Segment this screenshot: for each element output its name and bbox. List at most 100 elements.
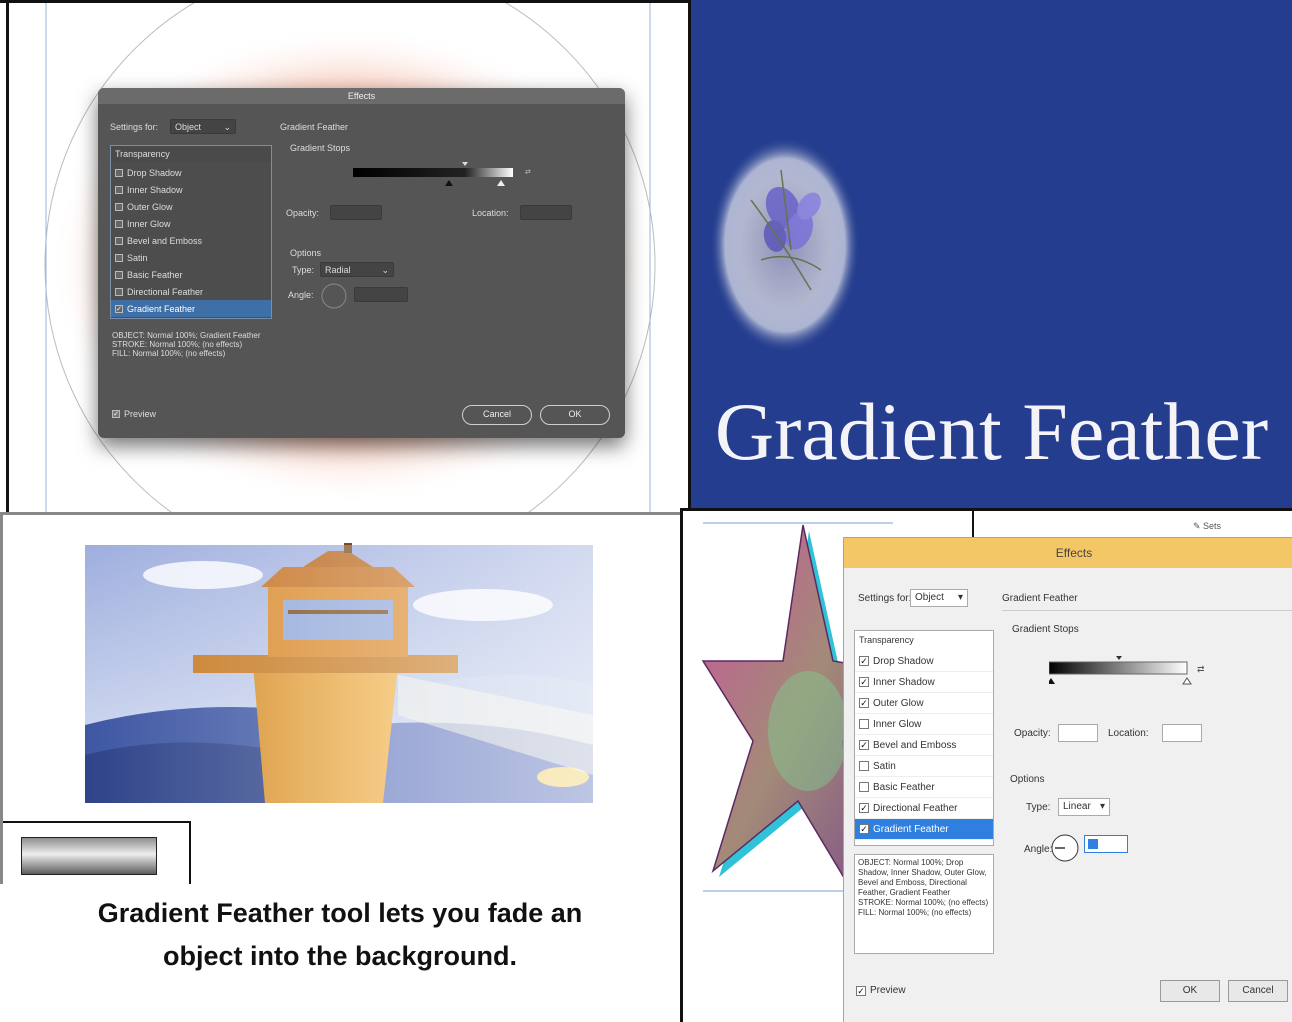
effect-item-bevel-emboss[interactable]: ✓ Bevel and Emboss	[855, 735, 993, 756]
settings-for-select[interactable]: Object ⌄	[170, 119, 236, 134]
effect-item-gradient-feather[interactable]: ✓ Gradient Feather	[855, 819, 993, 840]
effect-item-drop-shadow[interactable]: Drop Shadow	[111, 164, 271, 181]
effect-item-basic-feather[interactable]: Basic Feather	[111, 266, 271, 283]
gradient-stop-marker	[445, 180, 453, 186]
checkbox-checked[interactable]: ✓	[115, 304, 123, 313]
effect-label: Satin	[127, 252, 148, 263]
list-header[interactable]: Transparency	[111, 146, 271, 162]
effect-label: Bevel and Emboss	[127, 235, 203, 246]
settings-for-value: Object	[915, 592, 944, 603]
angle-dial-icon[interactable]	[320, 282, 348, 310]
checkbox[interactable]	[115, 253, 123, 262]
checkbox-checked[interactable]: ✓	[859, 824, 869, 834]
effect-item-basic-feather[interactable]: Basic Feather	[855, 777, 993, 798]
preview-checkbox[interactable]: ✓	[112, 410, 120, 418]
checkbox[interactable]	[115, 236, 123, 245]
checkbox[interactable]	[859, 719, 869, 729]
thumbnail-frame	[3, 821, 191, 884]
angle-field[interactable]	[354, 287, 408, 302]
type-label: Type:	[1026, 802, 1051, 813]
effect-summary: OBJECT: Normal 100%; Gradient Feather ST…	[112, 331, 261, 358]
gradient-stops-label: Gradient Stops	[1012, 624, 1079, 635]
effect-item-inner-shadow[interactable]: ✓ Inner Shadow	[855, 672, 993, 693]
effect-label: Satin	[873, 760, 896, 772]
effect-label: Inner Shadow	[873, 676, 935, 688]
gradient-stop-marker	[1049, 678, 1055, 684]
checkbox[interactable]	[859, 761, 869, 771]
gradient-stop-marker	[497, 180, 505, 186]
midpoint-marker	[462, 162, 468, 166]
effect-item-satin[interactable]: Satin	[855, 756, 993, 777]
chevron-down-icon: ⌄	[381, 265, 389, 275]
options-label: Options	[1010, 774, 1045, 785]
gradient-stop-marker	[1182, 677, 1192, 685]
checkbox-checked[interactable]: ✓	[859, 698, 869, 708]
effect-item-gradient-feather[interactable]: ✓ Gradient Feather	[111, 300, 271, 317]
checkbox[interactable]	[115, 287, 123, 296]
section-title: Gradient Feather	[1002, 593, 1078, 604]
effect-item-drop-shadow[interactable]: ✓ Drop Shadow	[855, 651, 993, 672]
cancel-button[interactable]: Cancel	[1228, 980, 1288, 1002]
type-select[interactable]: Linear ▾	[1058, 798, 1110, 816]
angle-label: Angle:	[288, 290, 314, 300]
effect-label: Directional Feather	[873, 802, 958, 814]
preview-checkbox[interactable]: ✓	[856, 986, 866, 996]
opacity-field[interactable]	[330, 205, 382, 220]
effect-summary: OBJECT: Normal 100%; Drop Shadow, Inner …	[854, 854, 994, 954]
effect-item-directional-feather[interactable]: Directional Feather	[111, 283, 271, 300]
opacity-label: Opacity:	[1014, 728, 1051, 739]
location-label: Location:	[1108, 728, 1149, 739]
reverse-gradient-icon: ⇄	[525, 169, 531, 176]
effects-dialog-dark: Effects Settings for: Object ⌄ Transpare…	[98, 88, 625, 438]
settings-for-select[interactable]: Object ▾	[910, 589, 968, 607]
checkbox[interactable]	[859, 782, 869, 792]
effect-item-bevel-emboss[interactable]: Bevel and Emboss	[111, 232, 271, 249]
checkbox-checked[interactable]: ✓	[859, 803, 869, 813]
effect-item-outer-glow[interactable]: ✓ Outer Glow	[855, 693, 993, 714]
opacity-label: Opacity:	[286, 208, 320, 218]
effect-item-inner-glow[interactable]: Inner Glow	[111, 215, 271, 232]
checkbox[interactable]	[115, 202, 123, 211]
effect-item-satin[interactable]: Satin	[111, 249, 271, 266]
checkbox-checked[interactable]: ✓	[859, 677, 869, 687]
checkbox[interactable]	[115, 185, 123, 194]
checkbox[interactable]	[115, 168, 123, 177]
checkbox-checked[interactable]: ✓	[859, 740, 869, 750]
effect-label: Gradient Feather	[873, 823, 949, 835]
gradient-ramp[interactable]: ⇄	[353, 162, 543, 190]
preview-label: Preview	[870, 985, 906, 996]
gradient-thumbnail	[21, 837, 157, 875]
effect-label: Outer Glow	[873, 697, 924, 709]
settings-for-value: Object	[175, 122, 202, 132]
dialog-title: Effects	[98, 88, 625, 104]
ok-button[interactable]: OK	[540, 405, 610, 425]
checkbox-checked[interactable]: ✓	[859, 656, 869, 666]
dark-dialog-panel: Effects Settings for: Object ⌄ Transpare…	[0, 0, 691, 512]
gradient-ramp[interactable]: ⇄	[1049, 656, 1224, 696]
opacity-field[interactable]	[1058, 724, 1098, 742]
ok-button[interactable]: OK	[1160, 980, 1220, 1002]
dialog-title: Effects	[844, 538, 1292, 568]
effects-list: Transparency ✓ Drop Shadow ✓ Inner Shadow …	[854, 630, 994, 846]
location-field[interactable]	[520, 205, 572, 220]
checkbox[interactable]	[115, 219, 123, 228]
list-header[interactable]: Transparency	[859, 635, 914, 645]
angle-dial-icon[interactable]	[1050, 832, 1080, 864]
caption-line-1: Gradient Feather tool lets you fade an	[97, 898, 583, 928]
effects-dialog-light: Effects Settings for: Object ▾ Transpare…	[843, 537, 1292, 1022]
effect-label: Outer Glow	[127, 201, 173, 212]
caption-line-2: object into the background.	[162, 941, 517, 971]
effect-item-directional-feather[interactable]: ✓ Directional Feather	[855, 798, 993, 819]
effect-item-inner-shadow[interactable]: Inner Shadow	[111, 181, 271, 198]
checkbox[interactable]	[115, 270, 123, 279]
location-field[interactable]	[1162, 724, 1202, 742]
angle-field[interactable]	[1084, 835, 1128, 853]
type-select[interactable]: Radial ⌄	[320, 262, 394, 277]
effect-label: Drop Shadow	[127, 167, 182, 178]
effect-label: Bevel and Emboss	[873, 739, 957, 751]
cancel-button[interactable]: Cancel	[462, 405, 532, 425]
effect-item-outer-glow[interactable]: Outer Glow	[111, 198, 271, 215]
effect-item-inner-glow[interactable]: Inner Glow	[855, 714, 993, 735]
effect-label: Basic Feather	[127, 269, 183, 280]
type-value: Linear	[1063, 801, 1091, 812]
